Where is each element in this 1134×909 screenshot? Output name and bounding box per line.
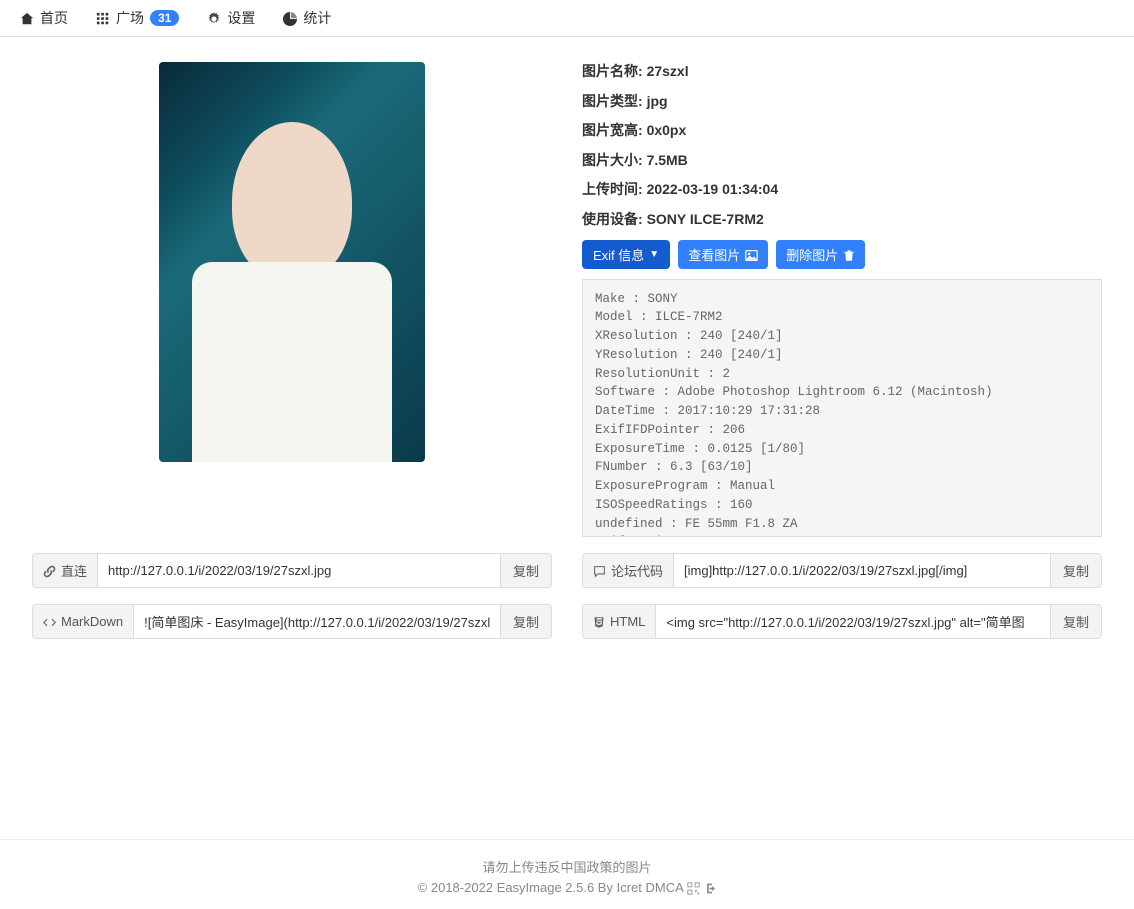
qr-icon[interactable] [687, 880, 700, 895]
html-link-input[interactable] [656, 605, 1050, 638]
exif-button[interactable]: Exif 信息 ▼ [582, 240, 670, 269]
nav-settings[interactable]: 设置 [207, 8, 255, 28]
copy-html-button[interactable]: 复制 [1050, 605, 1101, 638]
direct-link-group: 直连 复制 [32, 553, 552, 588]
html-link-group: HTML 复制 [582, 604, 1102, 639]
image-icon [745, 247, 758, 262]
navbar: 首页 广场 31 设置 统计 [0, 0, 1134, 37]
code-icon [43, 614, 56, 629]
bbcode-link-label: 论坛代码 [583, 554, 674, 587]
view-button-label: 查看图片 [688, 245, 740, 264]
info-dimensions: 图片宽高: 0x0px [582, 121, 1102, 141]
caret-down-icon: ▼ [649, 249, 659, 260]
gear-icon [207, 10, 221, 26]
nav-square-label: 广场 [116, 8, 144, 28]
info-name: 图片名称: 27szxl [582, 62, 1102, 82]
markdown-link-label: MarkDown [33, 605, 134, 638]
view-button[interactable]: 查看图片 [678, 240, 768, 269]
copy-direct-button[interactable]: 复制 [500, 554, 551, 587]
comment-icon [593, 563, 606, 578]
bbcode-link-input[interactable] [674, 554, 1050, 587]
info-time: 上传时间: 2022-03-19 01:34:04 [582, 180, 1102, 200]
direct-link-input[interactable] [98, 554, 500, 587]
link-icon [43, 563, 56, 578]
square-badge: 31 [150, 10, 179, 26]
image-column [32, 62, 552, 537]
nav-home[interactable]: 首页 [20, 8, 68, 28]
direct-link-label: 直连 [33, 554, 98, 587]
nav-stats-label: 统计 [303, 8, 331, 28]
info-type: 图片类型: jpg [582, 92, 1102, 112]
info-device: 使用设备: SONY ILCE-7RM2 [582, 210, 1102, 230]
grid-icon [96, 10, 110, 26]
nav-home-label: 首页 [40, 8, 68, 28]
nav-square[interactable]: 广场 31 [96, 8, 179, 28]
html-link-label: HTML [583, 605, 656, 638]
exif-button-label: Exif 信息 [593, 245, 644, 264]
button-row: Exif 信息 ▼ 查看图片 删除图片 [582, 240, 1102, 269]
markdown-link-group: MarkDown 复制 [32, 604, 552, 639]
footer-notice: 请勿上传违反中国政策的图片 [0, 858, 1134, 879]
info-size: 图片大小: 7.5MB [582, 151, 1102, 171]
copy-markdown-button[interactable]: 复制 [500, 605, 551, 638]
delete-button-label: 删除图片 [786, 245, 838, 264]
image-preview[interactable] [159, 62, 425, 462]
nav-settings-label: 设置 [227, 8, 255, 28]
delete-button[interactable]: 删除图片 [776, 240, 865, 269]
footer: 请勿上传违反中国政策的图片 © 2018-2022 EasyImage 2.5.… [0, 839, 1134, 909]
pie-chart-icon [283, 10, 297, 26]
trash-icon [843, 247, 855, 262]
nav-stats[interactable]: 统计 [283, 8, 331, 28]
signout-icon[interactable] [703, 880, 716, 895]
html5-icon [593, 614, 605, 629]
markdown-link-input[interactable] [134, 605, 500, 638]
info-column: 图片名称: 27szxl 图片类型: jpg 图片宽高: 0x0px 图片大小:… [582, 62, 1102, 537]
home-icon [20, 10, 34, 26]
bbcode-link-group: 论坛代码 复制 [582, 553, 1102, 588]
exif-panel: Make : SONY Model : ILCE-7RM2 XResolutio… [582, 279, 1102, 537]
copy-bbcode-button[interactable]: 复制 [1050, 554, 1101, 587]
footer-copyright: © 2018-2022 EasyImage 2.5.6 By Icret DMC… [0, 878, 1134, 899]
